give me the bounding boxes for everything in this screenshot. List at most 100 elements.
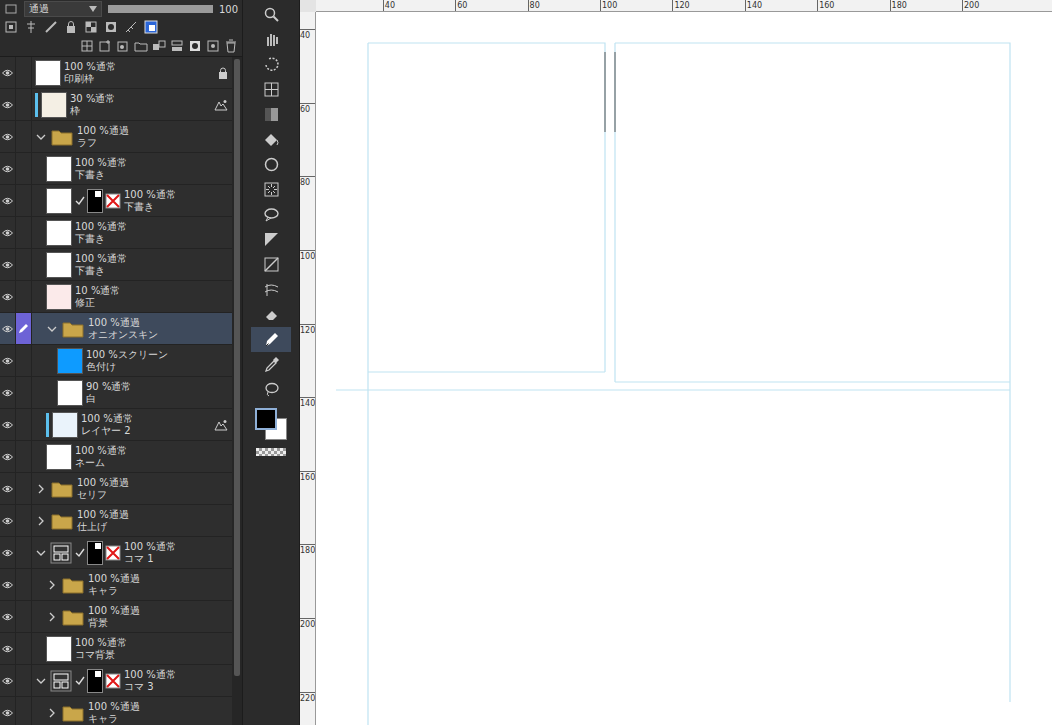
- layer-row[interactable]: 100 %通過背景: [0, 601, 232, 633]
- collapse-arrow-icon[interactable]: [35, 131, 47, 143]
- layer-row[interactable]: 100 %通過ラフ: [0, 121, 232, 153]
- layer-row[interactable]: 100 %通過キャラ: [0, 697, 232, 725]
- lock-transparent-icon[interactable]: [84, 20, 98, 34]
- layer-row[interactable]: 100 %通過セリフ: [0, 473, 232, 505]
- tool-button[interactable]: [251, 27, 291, 52]
- visibility-toggle[interactable]: [0, 57, 16, 88]
- visibility-toggle[interactable]: [0, 249, 16, 280]
- visibility-toggle[interactable]: [0, 601, 16, 632]
- tool-button[interactable]: [251, 352, 291, 377]
- visibility-toggle[interactable]: [0, 153, 16, 184]
- visibility-toggle[interactable]: [0, 505, 16, 536]
- expand-arrow-icon[interactable]: [35, 483, 47, 495]
- layer-row[interactable]: 10 %通常修正: [0, 281, 232, 313]
- edit-target-cell[interactable]: [16, 57, 32, 88]
- visibility-toggle[interactable]: [0, 313, 16, 344]
- layer-menu-icon[interactable]: [80, 39, 94, 53]
- tool-button[interactable]: [251, 327, 291, 352]
- expand-arrow-icon[interactable]: [46, 579, 58, 591]
- visibility-toggle[interactable]: [0, 473, 16, 504]
- layer-scrollbar[interactable]: [232, 57, 242, 725]
- edit-target-cell[interactable]: [16, 121, 32, 152]
- layer-row[interactable]: 100 %通常ネーム: [0, 441, 232, 473]
- ruler-icon[interactable]: [124, 20, 138, 34]
- visibility-toggle[interactable]: [0, 665, 16, 696]
- edit-target-cell[interactable]: [16, 665, 32, 696]
- edit-target-cell[interactable]: [16, 569, 32, 600]
- layer-row[interactable]: 100 %通常下書き: [0, 217, 232, 249]
- visibility-toggle[interactable]: [0, 409, 16, 440]
- new-folder-icon[interactable]: [134, 39, 148, 53]
- layer-row[interactable]: 100 %通過オニオンスキン: [0, 313, 232, 345]
- edit-target-cell[interactable]: [16, 345, 32, 376]
- layer-row[interactable]: 90 %通常白: [0, 377, 232, 409]
- layer-row[interactable]: 30 %通常枠: [0, 89, 232, 121]
- tool-button[interactable]: [251, 52, 291, 77]
- tool-button[interactable]: [251, 302, 291, 327]
- layer-scroll-thumb[interactable]: [234, 59, 240, 676]
- edit-target-cell[interactable]: [16, 441, 32, 472]
- opacity-slider[interactable]: [108, 5, 213, 13]
- transparent-color-swatch[interactable]: [256, 448, 286, 456]
- collapse-arrow-icon[interactable]: [35, 547, 47, 559]
- visibility-toggle[interactable]: [0, 121, 16, 152]
- edit-target-cell[interactable]: [16, 313, 32, 344]
- layer-row[interactable]: 100 %通常下書き: [0, 249, 232, 281]
- tool-button[interactable]: [251, 377, 291, 402]
- tool-button[interactable]: [251, 102, 291, 127]
- edit-target-cell[interactable]: [16, 153, 32, 184]
- edit-target-cell[interactable]: [16, 505, 32, 536]
- edit-target-cell[interactable]: [16, 249, 32, 280]
- reference-icon[interactable]: [24, 20, 38, 34]
- edit-target-cell[interactable]: [16, 377, 32, 408]
- clip-icon[interactable]: [4, 20, 18, 34]
- edit-target-cell[interactable]: [16, 601, 32, 632]
- layer-row[interactable]: 100 %通常印刷枠: [0, 57, 232, 89]
- drawing-canvas[interactable]: [316, 12, 1052, 725]
- layer-row[interactable]: 100 %通常コマ 1: [0, 537, 232, 569]
- layer-row[interactable]: 100 %通常下書き: [0, 153, 232, 185]
- tool-button[interactable]: [251, 277, 291, 302]
- edit-target-cell[interactable]: [16, 697, 32, 725]
- mask-enable-icon[interactable]: [104, 20, 118, 34]
- layer-color-icon[interactable]: [144, 20, 158, 34]
- layer-row[interactable]: 100 %スクリーン色付け: [0, 345, 232, 377]
- visibility-toggle[interactable]: [0, 345, 16, 376]
- apply-mask-icon[interactable]: [206, 39, 220, 53]
- expand-arrow-icon[interactable]: [46, 611, 58, 623]
- edit-target-cell[interactable]: [16, 409, 32, 440]
- layer-row[interactable]: 100 %通常レイヤー 2: [0, 409, 232, 441]
- tool-button[interactable]: [251, 77, 291, 102]
- visibility-toggle[interactable]: [0, 569, 16, 600]
- edit-target-cell[interactable]: [16, 473, 32, 504]
- tool-button[interactable]: [251, 202, 291, 227]
- tool-button[interactable]: [251, 152, 291, 177]
- edit-target-cell[interactable]: [16, 89, 32, 120]
- transfer-icon[interactable]: [152, 39, 166, 53]
- tool-button[interactable]: [251, 2, 291, 27]
- lock-icon[interactable]: [218, 67, 228, 79]
- collapse-arrow-icon[interactable]: [35, 675, 47, 687]
- visibility-toggle[interactable]: [0, 537, 16, 568]
- edit-target-cell[interactable]: [16, 185, 32, 216]
- blend-mode-dropdown[interactable]: 通過: [24, 1, 102, 17]
- layer-row[interactable]: 100 %通過仕上げ: [0, 505, 232, 537]
- tool-button[interactable]: [251, 227, 291, 252]
- reference-layer-icon[interactable]: [214, 419, 228, 431]
- expand-arrow-icon[interactable]: [35, 515, 47, 527]
- layer-row[interactable]: 100 %通常下書き: [0, 185, 232, 217]
- edit-target-cell[interactable]: [16, 537, 32, 568]
- visibility-toggle[interactable]: [0, 185, 16, 216]
- new-raster-icon[interactable]: [98, 39, 112, 53]
- mask-icon[interactable]: [188, 39, 202, 53]
- new-vector-icon[interactable]: [116, 39, 130, 53]
- tool-button[interactable]: [251, 177, 291, 202]
- tool-button[interactable]: [251, 127, 291, 152]
- visibility-toggle[interactable]: [0, 441, 16, 472]
- merge-icon[interactable]: [170, 39, 184, 53]
- reference-layer-icon[interactable]: [214, 99, 228, 111]
- edit-target-cell[interactable]: [16, 633, 32, 664]
- main-color-swatch[interactable]: [255, 408, 277, 430]
- lock-icon[interactable]: [64, 20, 78, 34]
- layer-type-icon[interactable]: [4, 2, 18, 16]
